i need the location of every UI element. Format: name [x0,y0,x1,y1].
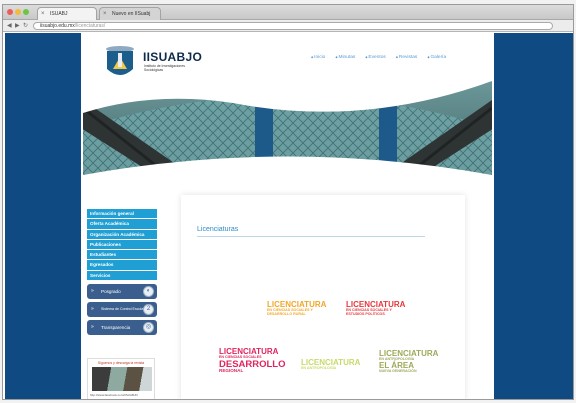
forward-icon[interactable]: ▶ [15,22,20,30]
institute-logo[interactable] [101,43,139,83]
minimize-window-icon[interactable] [15,9,21,15]
sidebar-item[interactable]: Información general [87,209,157,220]
top-navigation: Inicio Minutas Eventos Revistas Galería [311,55,446,60]
url-domain: iisuabjo.edu.mx [40,23,75,29]
chevron-right-icon: » [91,306,94,313]
tab-bar: × ISUABJ × Nuevo en IISuabj [3,5,573,20]
nav-link[interactable]: Minutas [335,55,355,60]
tile-subtitle-2: NUEVA GENERACIÓN [379,368,417,373]
page-container: IISUABJO Instituto de Investigaciones So… [83,33,492,399]
title-divider [197,236,425,237]
promo-url[interactable]: http://www.facebook.com/IISUABJO [90,393,138,397]
chevron-right-icon: » [91,324,94,331]
page-title: Licenciaturas [197,226,239,233]
address-bar: ◀ ▶ ↻ iisuabjo.edu.mx/licenciaturas/ [3,20,573,32]
degree-tile-antropologia-area[interactable]: LICENCIATURA EN ANTROPOLOGÍA EL ÁREA NUE… [379,350,441,373]
degree-tile-antropologia[interactable]: LICENCIATURA EN ANTROPOLOGÍA [301,359,363,371]
tile-subtitle: EN CIENCIAS SOCIALES Y DESARROLLO RURAL [267,308,313,316]
url-input[interactable]: iisuabjo.edu.mx/licenciaturas/ [33,22,553,30]
posgrado-button[interactable]: » Posgrado ◐ [87,284,157,300]
nav-link[interactable]: Eventos [365,55,385,60]
url-path: /licenciaturas/ [74,23,106,29]
degree-tile-desarrollo-rural[interactable]: LICENCIATURA EN CIENCIAS SOCIALES Y DESA… [267,301,329,316]
close-window-icon[interactable] [7,9,13,15]
back-icon[interactable]: ◀ [7,22,12,30]
tab-inactive[interactable]: × Nuevo en IISuabj [99,7,161,20]
maximize-window-icon[interactable] [23,9,29,15]
chevron-right-icon: » [91,288,94,295]
graduation-icon: ◐ [143,286,154,298]
nav-link[interactable]: Galería [427,55,446,60]
nav-link[interactable]: Revistas [396,55,417,60]
promo-image [92,367,152,391]
promo-banner[interactable]: Síguenos y descarga la revista http://ww… [87,358,155,399]
number-icon: 2 [143,304,154,316]
header-banner: IISUABJO Instituto de Investigaciones So… [83,33,492,193]
left-background [5,33,81,399]
button-label: Transparencia [101,325,131,331]
tab-label: ISUABJ [50,11,68,17]
reload-icon[interactable]: ↻ [23,22,28,30]
browser-window: × ISUABJ × Nuevo en IISuabj ◀ ▶ ↻ iisuabjo… [2,4,574,400]
sidebar-item[interactable]: Servicios [87,270,157,282]
sidebar-item[interactable]: Oferta Académica [87,219,157,230]
button-label: Posgrado [101,289,121,295]
degree-tile-estudios-politicos[interactable]: LICENCIATURA EN CIENCIAS SOCIALES Y ESTU… [346,301,408,316]
tile-subtitle: EN CIENCIAS SOCIALES Y ESTUDIOS POLÍTICO… [346,308,392,316]
tab-active[interactable]: × ISUABJ [37,7,97,20]
sidebar-item[interactable]: Estudiantes [87,250,157,261]
transparencia-button[interactable]: » Transparencia ◎ [87,320,157,336]
sidebar-item[interactable]: Publicaciones [87,239,157,251]
close-tab-icon[interactable]: × [41,8,45,20]
sidebar-item[interactable]: Egresados [87,260,157,271]
tab-label: Nuevo en IISuabj [112,11,151,17]
site-subtitle: Instituto de Investigaciones Sociológica… [144,64,185,72]
sidebar-menu: Información general Oferta Académica Org… [87,209,157,336]
tile-subtitle: EN ANTROPOLOGÍA [301,366,337,370]
button-label: Sistema de Control Escolar [101,307,145,312]
right-background [494,33,573,399]
close-tab-icon[interactable]: × [103,8,107,20]
control-escolar-button[interactable]: » Sistema de Control Escolar 2 [87,302,157,318]
nav-link[interactable]: Inicio [311,55,325,60]
promo-title: Síguenos y descarga la revista [97,361,145,365]
site-name: IISUABJO [143,50,203,64]
tile-subtitle-2: REGIONAL [219,368,244,374]
degree-tile-desarrollo-regional[interactable]: LICENCIATURA EN CIENCIAS SOCIALES DESARR… [219,348,286,374]
sidebar-item[interactable]: Organización Académica [87,229,157,240]
page-viewport: IISUABJO Instituto de Investigaciones So… [3,33,573,399]
transparency-icon: ◎ [143,322,154,334]
main-content: Licenciaturas LICENCIATURA EN CIENCIAS S… [181,195,465,399]
